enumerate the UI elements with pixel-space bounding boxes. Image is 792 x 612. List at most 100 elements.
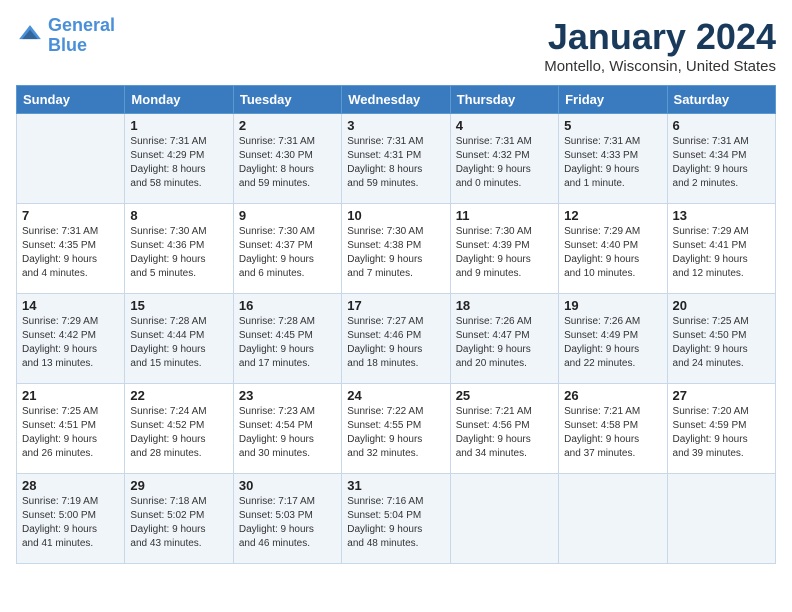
day-number: 19 (564, 298, 661, 313)
day-number: 27 (673, 388, 770, 403)
col-header-wednesday: Wednesday (342, 86, 450, 114)
day-number: 16 (239, 298, 336, 313)
day-number: 15 (130, 298, 227, 313)
day-number: 5 (564, 118, 661, 133)
cell-content: Sunrise: 7:25 AM Sunset: 4:50 PM Dayligh… (673, 315, 770, 371)
calendar-cell: 16Sunrise: 7:28 AM Sunset: 4:45 PM Dayli… (233, 294, 341, 384)
cell-content: Sunrise: 7:21 AM Sunset: 4:56 PM Dayligh… (456, 405, 553, 461)
cell-content: Sunrise: 7:22 AM Sunset: 4:55 PM Dayligh… (347, 405, 444, 461)
day-number: 12 (564, 208, 661, 223)
calendar-cell: 20Sunrise: 7:25 AM Sunset: 4:50 PM Dayli… (667, 294, 775, 384)
day-number: 1 (130, 118, 227, 133)
calendar-cell: 9Sunrise: 7:30 AM Sunset: 4:37 PM Daylig… (233, 204, 341, 294)
cell-content: Sunrise: 7:27 AM Sunset: 4:46 PM Dayligh… (347, 315, 444, 371)
cell-content: Sunrise: 7:31 AM Sunset: 4:29 PM Dayligh… (130, 135, 227, 191)
calendar-cell: 18Sunrise: 7:26 AM Sunset: 4:47 PM Dayli… (450, 294, 558, 384)
day-number: 24 (347, 388, 444, 403)
logo: General Blue (16, 16, 115, 56)
calendar-cell (450, 474, 558, 564)
calendar-week-row: 7 Sunrise: 7:31 AM Sunset: 4:35 PM Daylig… (17, 204, 776, 294)
col-header-sunday: Sunday (17, 86, 125, 114)
calendar-week-row: 21 Sunrise: 7:25 AM Sunset: 4:51 PM Dayli… (17, 384, 776, 474)
day-number: 14 (22, 298, 119, 313)
logo-general: General (48, 15, 115, 35)
calendar-cell: 13 Sunrise: 7:29 AM Sunset: 4:41 PM Dayli… (667, 204, 775, 294)
cell-content: Sunrise: 7:29 AM Sunset: 4:41 PM Dayligh… (673, 225, 770, 281)
col-header-thursday: Thursday (450, 86, 558, 114)
calendar-cell: 23 Sunrise: 7:23 AM Sunset: 4:54 PM Dayli… (233, 384, 341, 474)
logo-blue: Blue (48, 35, 87, 55)
calendar-cell: 26Sunrise: 7:21 AM Sunset: 4:58 PM Dayli… (559, 384, 667, 474)
cell-content: Sunrise: 7:17 AM Sunset: 5:03 PM Dayligh… (239, 495, 336, 551)
calendar-cell: 12Sunrise: 7:29 AM Sunset: 4:40 PM Dayli… (559, 204, 667, 294)
cell-content: Sunrise: 7:18 AM Sunset: 5:02 PM Dayligh… (130, 495, 227, 551)
calendar-week-row: 1 Sunrise: 7:31 AM Sunset: 4:29 PM Daylig… (17, 114, 776, 204)
cell-content: Sunrise: 7:30 AM Sunset: 4:38 PM Dayligh… (347, 225, 444, 281)
calendar-header-row: SundayMondayTuesdayWednesdayThursdayFrid… (17, 86, 776, 114)
cell-content: Sunrise: 7:21 AM Sunset: 4:58 PM Dayligh… (564, 405, 661, 461)
cell-content: Sunrise: 7:30 AM Sunset: 4:39 PM Dayligh… (456, 225, 553, 281)
cell-content: Sunrise: 7:31 AM Sunset: 4:32 PM Dayligh… (456, 135, 553, 191)
day-number: 17 (347, 298, 444, 313)
cell-content: Sunrise: 7:25 AM Sunset: 4:51 PM Dayligh… (22, 405, 119, 461)
calendar-cell: 22Sunrise: 7:24 AM Sunset: 4:52 PM Dayli… (125, 384, 233, 474)
calendar-week-row: 14Sunrise: 7:29 AM Sunset: 4:42 PM Dayli… (17, 294, 776, 384)
calendar-cell: 3 Sunrise: 7:31 AM Sunset: 4:31 PM Daylig… (342, 114, 450, 204)
header: General Blue January 2024 Montello, Wisc… (16, 16, 776, 75)
cell-content: Sunrise: 7:23 AM Sunset: 4:54 PM Dayligh… (239, 405, 336, 461)
calendar-cell: 7 Sunrise: 7:31 AM Sunset: 4:35 PM Daylig… (17, 204, 125, 294)
calendar-cell: 19Sunrise: 7:26 AM Sunset: 4:49 PM Dayli… (559, 294, 667, 384)
col-header-monday: Monday (125, 86, 233, 114)
cell-content: Sunrise: 7:31 AM Sunset: 4:30 PM Dayligh… (239, 135, 336, 191)
day-number: 23 (239, 388, 336, 403)
calendar-cell: 14Sunrise: 7:29 AM Sunset: 4:42 PM Dayli… (17, 294, 125, 384)
calendar-cell: 2 Sunrise: 7:31 AM Sunset: 4:30 PM Daylig… (233, 114, 341, 204)
calendar-cell: 21 Sunrise: 7:25 AM Sunset: 4:51 PM Dayli… (17, 384, 125, 474)
calendar-cell: 4 Sunrise: 7:31 AM Sunset: 4:32 PM Daylig… (450, 114, 558, 204)
calendar-cell: 29Sunrise: 7:18 AM Sunset: 5:02 PM Dayli… (125, 474, 233, 564)
day-number: 25 (456, 388, 553, 403)
calendar-cell: 27 Sunrise: 7:20 AM Sunset: 4:59 PM Dayli… (667, 384, 775, 474)
day-number: 30 (239, 478, 336, 493)
cell-content: Sunrise: 7:16 AM Sunset: 5:04 PM Dayligh… (347, 495, 444, 551)
day-number: 21 (22, 388, 119, 403)
calendar-cell: 25 Sunrise: 7:21 AM Sunset: 4:56 PM Dayli… (450, 384, 558, 474)
cell-content: Sunrise: 7:31 AM Sunset: 4:35 PM Dayligh… (22, 225, 119, 281)
col-header-tuesday: Tuesday (233, 86, 341, 114)
day-number: 6 (673, 118, 770, 133)
location-title: Montello, Wisconsin, United States (544, 58, 776, 75)
calendar-cell: 1 Sunrise: 7:31 AM Sunset: 4:29 PM Daylig… (125, 114, 233, 204)
cell-content: Sunrise: 7:28 AM Sunset: 4:44 PM Dayligh… (130, 315, 227, 371)
day-number: 22 (130, 388, 227, 403)
calendar-cell (17, 114, 125, 204)
calendar-week-row: 28 Sunrise: 7:19 AM Sunset: 5:00 PM Dayli… (17, 474, 776, 564)
calendar-cell: 30 Sunrise: 7:17 AM Sunset: 5:03 PM Dayli… (233, 474, 341, 564)
day-number: 8 (130, 208, 227, 223)
calendar-cell: 31 Sunrise: 7:16 AM Sunset: 5:04 PM Dayli… (342, 474, 450, 564)
day-number: 10 (347, 208, 444, 223)
day-number: 4 (456, 118, 553, 133)
cell-content: Sunrise: 7:19 AM Sunset: 5:00 PM Dayligh… (22, 495, 119, 551)
day-number: 3 (347, 118, 444, 133)
cell-content: Sunrise: 7:20 AM Sunset: 4:59 PM Dayligh… (673, 405, 770, 461)
day-number: 7 (22, 208, 119, 223)
calendar-table: SundayMondayTuesdayWednesdayThursdayFrid… (16, 85, 776, 564)
calendar-cell: 8Sunrise: 7:30 AM Sunset: 4:36 PM Daylig… (125, 204, 233, 294)
calendar-cell: 6Sunrise: 7:31 AM Sunset: 4:34 PM Daylig… (667, 114, 775, 204)
calendar-cell: 28 Sunrise: 7:19 AM Sunset: 5:00 PM Dayli… (17, 474, 125, 564)
col-header-friday: Friday (559, 86, 667, 114)
day-number: 2 (239, 118, 336, 133)
day-number: 28 (22, 478, 119, 493)
day-number: 11 (456, 208, 553, 223)
col-header-saturday: Saturday (667, 86, 775, 114)
title-area: January 2024 Montello, Wisconsin, United… (544, 16, 776, 75)
day-number: 31 (347, 478, 444, 493)
day-number: 13 (673, 208, 770, 223)
calendar-cell: 5Sunrise: 7:31 AM Sunset: 4:33 PM Daylig… (559, 114, 667, 204)
cell-content: Sunrise: 7:31 AM Sunset: 4:31 PM Dayligh… (347, 135, 444, 191)
month-title: January 2024 (544, 16, 776, 58)
logo-icon (16, 22, 44, 50)
cell-content: Sunrise: 7:30 AM Sunset: 4:37 PM Dayligh… (239, 225, 336, 281)
calendar-cell (559, 474, 667, 564)
cell-content: Sunrise: 7:26 AM Sunset: 4:47 PM Dayligh… (456, 315, 553, 371)
